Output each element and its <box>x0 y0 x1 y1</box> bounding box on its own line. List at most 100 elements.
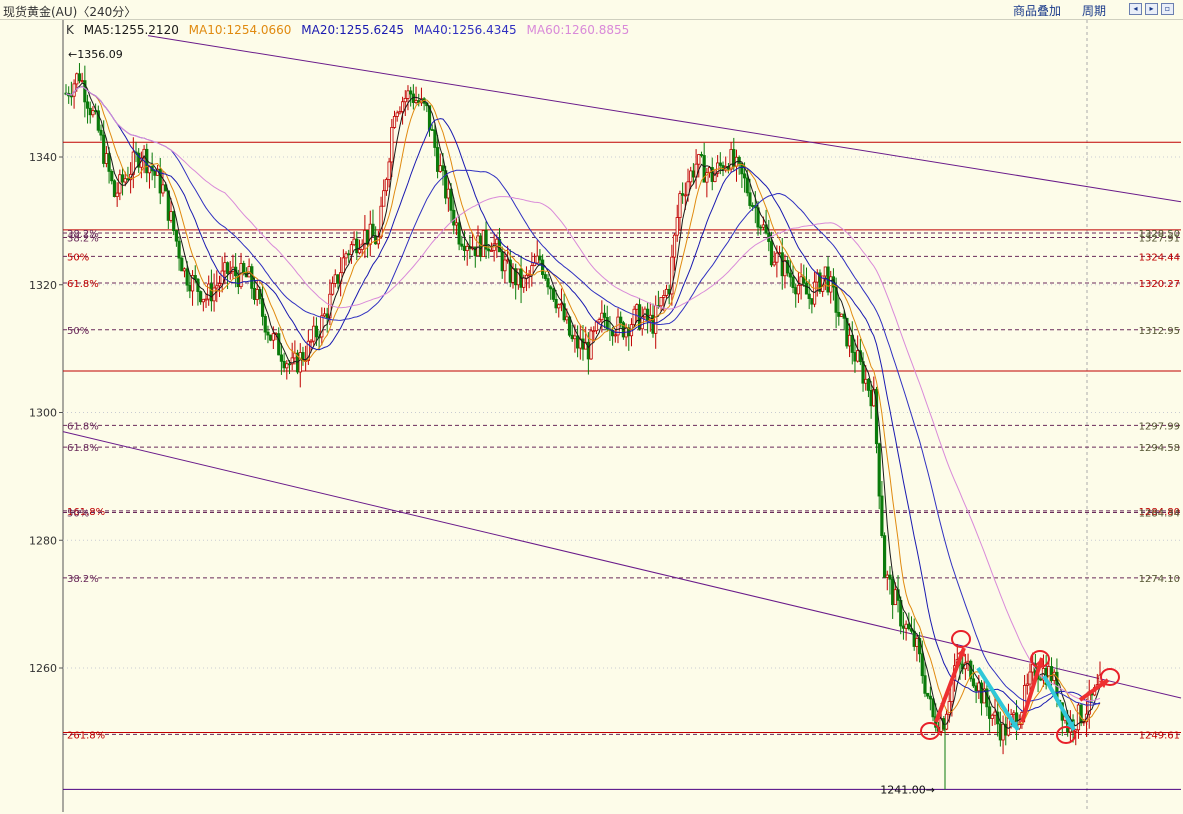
candle-body <box>573 335 577 340</box>
candle-body <box>371 223 375 237</box>
candle-body <box>1039 678 1043 681</box>
ma5-line <box>65 82 1101 729</box>
candle-body <box>543 274 547 279</box>
candle-body <box>72 83 76 97</box>
candle-body <box>452 209 456 226</box>
candle-body <box>460 243 464 247</box>
candle-body <box>581 338 585 350</box>
candle-body <box>672 234 677 258</box>
candle-body <box>481 230 485 258</box>
candle-body <box>1049 666 1054 681</box>
candle-body <box>662 295 666 298</box>
candle-body <box>336 274 340 284</box>
fib-right-label: 1274.10 <box>1139 574 1180 585</box>
ma40-line <box>65 85 1101 706</box>
candle-body <box>174 230 179 242</box>
candle-body <box>783 260 787 277</box>
candle-body <box>866 378 871 391</box>
candle-body <box>888 574 892 580</box>
candle-body <box>664 288 669 296</box>
y-tick-label: 1300 <box>29 407 57 420</box>
forward-icon[interactable]: ▸ <box>1145 3 1158 15</box>
candle-body <box>901 625 906 629</box>
candle-body <box>430 129 434 131</box>
candle-body <box>282 360 286 369</box>
candle-body <box>788 272 792 278</box>
candle-body <box>392 115 397 128</box>
back-icon[interactable]: ◂ <box>1129 3 1142 15</box>
candle-body <box>252 287 257 300</box>
overlay-button[interactable]: 商品叠加 <box>1013 2 1061 19</box>
candle-body <box>861 361 865 384</box>
candle-body <box>255 289 259 300</box>
period-button[interactable]: 周期 <box>1082 2 1106 19</box>
candle-body <box>856 350 860 362</box>
fib-left-label: 61.8% <box>67 279 99 290</box>
candle-body <box>926 692 930 697</box>
fib-right-label: 1297.99 <box>1139 421 1180 432</box>
candle-body <box>220 270 224 285</box>
candle-body <box>675 217 679 236</box>
candle-body <box>1079 704 1083 724</box>
candle-body <box>99 129 103 136</box>
candle-body <box>298 352 302 373</box>
candle-body <box>341 257 345 274</box>
candle-body <box>796 284 801 295</box>
candle-body <box>923 675 927 694</box>
candle-body <box>839 313 844 317</box>
candle-body <box>643 308 647 318</box>
chart-title: 现货黄金(AU)〈240分〉 <box>3 5 137 19</box>
candle-body <box>697 154 701 165</box>
candle-body <box>285 363 289 369</box>
candle-body <box>791 276 795 288</box>
candle-body <box>535 255 539 264</box>
candle-body <box>812 281 817 305</box>
candle-body <box>877 443 881 497</box>
candle-body <box>570 334 574 340</box>
candle-body <box>807 293 811 299</box>
candle-body <box>390 127 394 163</box>
candle-body <box>495 238 499 245</box>
candle-body <box>869 390 873 407</box>
candle-body <box>409 90 413 95</box>
candle-body <box>907 623 911 630</box>
annotation-circle <box>951 630 971 648</box>
candle-body <box>678 193 682 218</box>
candle-body <box>398 111 402 114</box>
candle-body <box>885 574 889 578</box>
candle-body <box>414 100 418 103</box>
candle-body <box>91 110 95 116</box>
candle-body <box>333 274 337 284</box>
candle-body <box>971 678 976 687</box>
expand-icon[interactable]: ▫ <box>1161 3 1174 15</box>
ma10-line <box>65 85 1101 724</box>
candle-body <box>102 134 106 164</box>
candle-body <box>347 253 351 256</box>
fib-right-label: 1320.27 <box>1139 279 1180 290</box>
candle-body <box>112 180 117 197</box>
candle-body <box>654 305 658 334</box>
candle-body <box>1076 704 1081 731</box>
candle-body <box>1028 671 1032 685</box>
candle-body <box>266 331 270 336</box>
candle-body <box>759 226 763 229</box>
candle-body <box>751 205 755 207</box>
y-tick-label: 1280 <box>29 534 57 547</box>
candle-body <box>619 316 623 324</box>
candle-body <box>915 638 919 647</box>
candle-body <box>920 653 924 677</box>
candle-body <box>554 298 558 309</box>
candle-body <box>538 255 542 261</box>
candle-body <box>780 252 784 277</box>
candle-body <box>613 334 617 337</box>
candle-body <box>325 313 329 319</box>
candle-body <box>403 98 407 103</box>
candle-body <box>576 335 580 349</box>
candlestick-chart[interactable]: 1340132013001280126038.2% 1328.5038.2% 132… <box>0 20 1183 814</box>
candle-body <box>597 319 601 323</box>
candle-body <box>853 352 857 362</box>
channel-lower <box>62 431 1182 699</box>
candle-body <box>742 173 747 179</box>
candle-body <box>357 249 362 254</box>
candle-body <box>277 333 281 356</box>
